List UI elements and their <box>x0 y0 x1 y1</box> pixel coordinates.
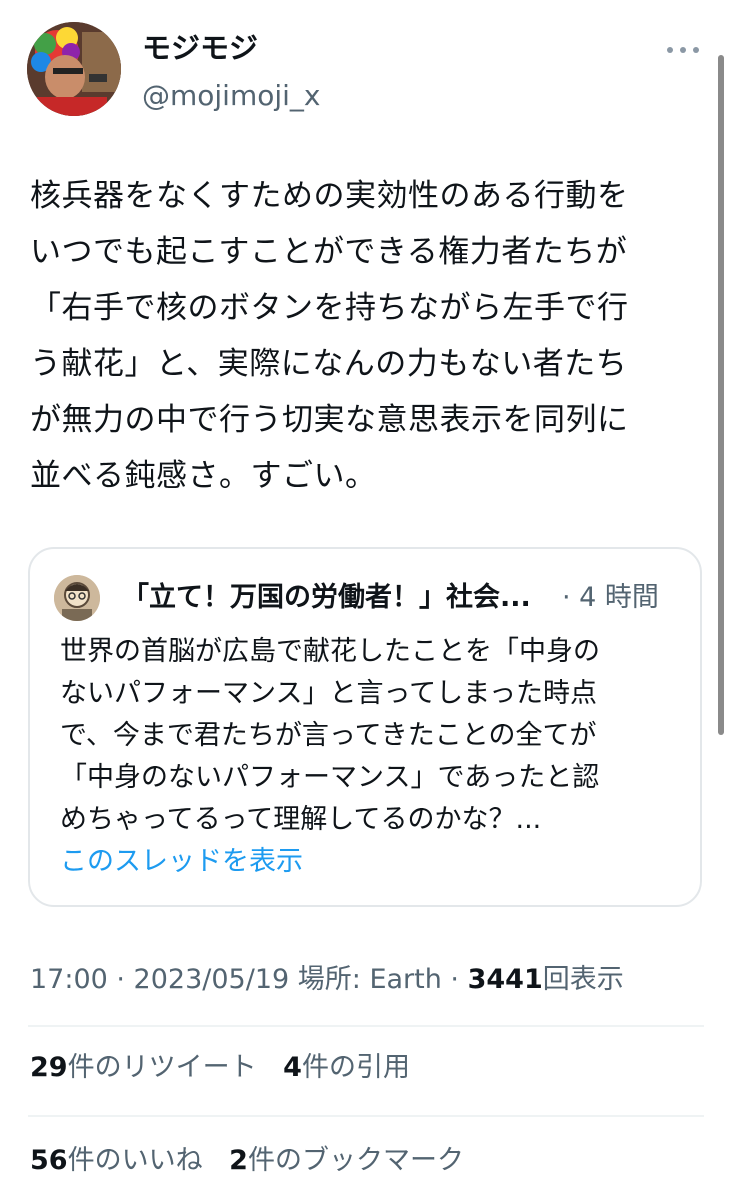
tweet-text-line: 並べる鈍感さ。すごい。 <box>30 458 377 494</box>
quoted-text-line: ないパフォーマンス」と言ってしまった時点 <box>60 678 598 709</box>
likes-stat[interactable]: 56件のいいね <box>30 1145 203 1176</box>
quotes-stat[interactable]: 4件の引用 <box>283 1052 410 1083</box>
stats-row-retweets: 29件のリツイート 4件の引用 <box>30 1048 428 1088</box>
retweets-stat[interactable]: 29件のリツイート <box>30 1052 257 1083</box>
likes-count: 56 <box>30 1145 68 1176</box>
quoted-text-line: 世界の首脳が広島で献花したことを「中身の <box>60 636 600 667</box>
tweet-header: モジモジ @mojimoji_x <box>27 22 707 118</box>
views-label: 回表示 <box>542 964 624 995</box>
handle[interactable]: @mojimoji_x <box>142 78 321 114</box>
tweet-detail-page: モジモジ @mojimoji_x 核兵器をなくすための実効性のある行動を いつで… <box>0 0 732 1200</box>
stats-row-likes: 56件のいいね 2件のブックマーク <box>30 1141 482 1181</box>
quotes-label: 件の引用 <box>301 1052 410 1083</box>
tweet-text-line: 「右手で核のボタンを持ちながら左手で行 <box>30 290 629 326</box>
divider <box>28 1115 704 1117</box>
avatar[interactable] <box>27 22 121 116</box>
dot-icon <box>693 47 699 53</box>
likes-label: 件のいいね <box>67 1145 203 1176</box>
tweet-text-line: 核兵器をなくすための実効性のある行動を <box>30 178 629 214</box>
timestamp-location: 17:00 · 2023/05/19 場所: Earth · <box>30 964 468 995</box>
divider <box>28 1025 704 1027</box>
more-horizontal-icon[interactable] <box>667 40 699 60</box>
quoted-text-line: めちゃってるって理解してるのかな？... <box>60 804 542 835</box>
scrollbar[interactable] <box>718 55 724 735</box>
quoted-text-line: 「中身のないパフォーマンス」であったと認 <box>60 762 600 793</box>
views-count: 3441 <box>467 964 543 995</box>
quoted-timestamp: · 4 時間 <box>562 582 659 613</box>
quotes-count: 4 <box>283 1052 302 1083</box>
quoted-tweet[interactable]: 「立て！万国の労働者！」社会... · 4 時間 世界の首脳が広島で献花したこと… <box>28 547 702 907</box>
bookmarks-count: 2 <box>229 1145 248 1176</box>
tweet-text-line: う献花」と、実際になんの力もない者たち <box>30 346 628 382</box>
quoted-text: 世界の首脳が広島で献花したことを「中身の ないパフォーマンス」と言ってしまった時… <box>60 631 680 841</box>
tweet-text-line: が無力の中で行う切実な意思表示を同列に <box>30 402 629 438</box>
bookmarks-label: 件のブックマーク <box>247 1145 464 1176</box>
retweets-count: 29 <box>30 1052 68 1083</box>
retweets-label: 件のリツイート <box>67 1052 257 1083</box>
show-thread-link[interactable]: このスレッドを表示 <box>60 842 303 882</box>
avatar-image <box>27 22 121 116</box>
display-name[interactable]: モジモジ <box>142 30 258 66</box>
quoted-author-name[interactable]: 「立て！万国の労働者！」社会... <box>122 581 531 615</box>
tweet-text-line: いつでも起こすことができる権力者たちが <box>30 234 628 270</box>
tweet-meta: 17:00 · 2023/05/19 場所: Earth · 3441回表示 <box>30 960 624 1000</box>
tweet-text: 核兵器をなくすための実効性のある行動を いつでも起こすことができる権力者たちが … <box>30 168 690 504</box>
bookmarks-stat[interactable]: 2件のブックマーク <box>229 1145 464 1176</box>
quoted-avatar[interactable] <box>54 575 100 621</box>
quoted-text-line: で、今まで君たちが言ってきたことの全てが <box>60 720 597 751</box>
dot-icon <box>680 47 686 53</box>
quoted-avatar-image <box>54 575 100 621</box>
dot-icon <box>667 47 673 53</box>
